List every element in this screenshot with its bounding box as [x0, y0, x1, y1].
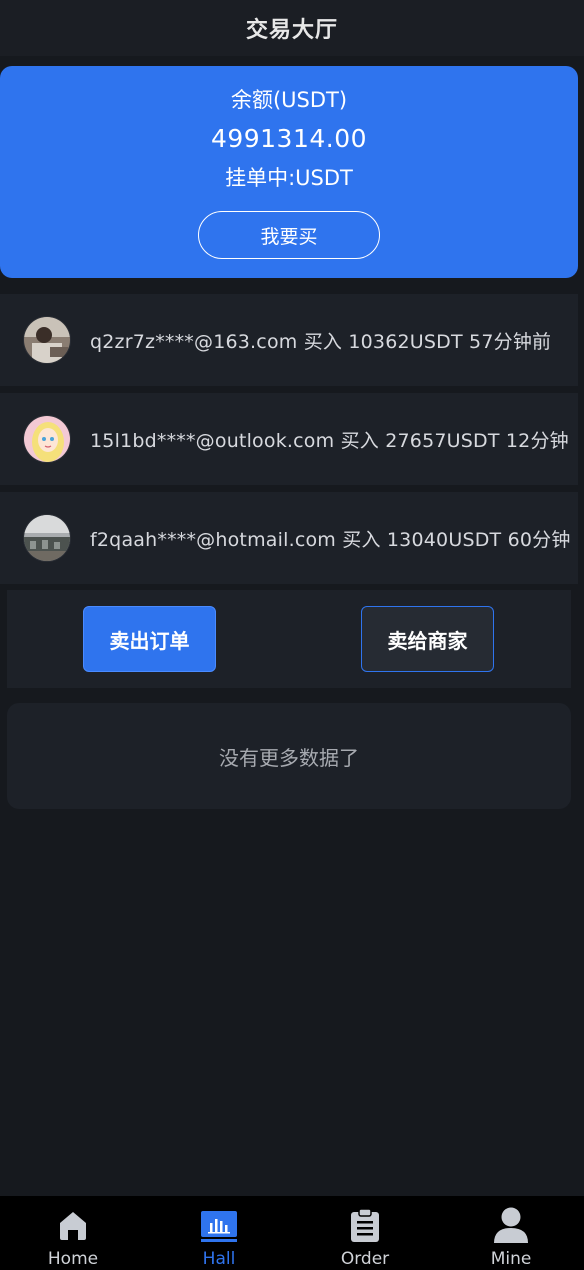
balance-card: 余额(USDT) 4991314.00 挂单中:USDT 我要买: [0, 66, 578, 278]
trade-row: q2zr7z****@163.com 买入 10362USDT 57分钟前: [0, 294, 578, 386]
photo-avatar-icon: [23, 316, 71, 364]
page-title: 交易大厅: [245, 18, 338, 43]
balance-value: 4991314.00: [210, 124, 368, 153]
trade-text: f2qaah****@hotmail.com 买入 13040USDT 60分钟: [90, 528, 571, 551]
buy-button[interactable]: 我要买: [198, 211, 380, 259]
clipboard-icon: [346, 1206, 384, 1244]
tab-order[interactable]: Order: [292, 1196, 438, 1270]
empty-state: 没有更多数据了: [7, 703, 571, 809]
tab-mine-label: Mine: [490, 1249, 532, 1269]
tab-hall-label: Hall: [202, 1249, 236, 1269]
tab-order-label: Order: [340, 1249, 390, 1269]
trade-row: f2qaah****@hotmail.com 买入 13040USDT 60分钟: [0, 492, 578, 584]
tab-mine[interactable]: Mine: [438, 1196, 584, 1270]
cartoon-girl-avatar-icon: [23, 415, 71, 463]
photo-avatar-icon: [23, 514, 71, 562]
trade-row: 15l1bd****@outlook.com 买入 27657USDT 12分钟: [0, 393, 578, 485]
sell-to-merchant-button[interactable]: 卖给商家: [361, 606, 494, 672]
tab-home-label: Home: [47, 1249, 99, 1269]
top-header: 交易大厅: [0, 0, 584, 56]
balance-label: 余额(USDT): [230, 88, 348, 112]
trade-text: 15l1bd****@outlook.com 买入 27657USDT 12分钟: [90, 429, 569, 452]
pending-label: 挂单中:USDT: [225, 166, 353, 190]
empty-state-text: 没有更多数据了: [219, 745, 359, 770]
tab-home[interactable]: Home: [0, 1196, 146, 1270]
bottom-tab-bar: Home Hall Order Mine: [0, 1196, 584, 1270]
tab-hall[interactable]: Hall: [146, 1196, 292, 1270]
home-icon: [54, 1206, 92, 1244]
action-bar: 卖出订单 卖给商家: [7, 590, 571, 688]
chart-icon: [200, 1206, 238, 1244]
trade-text: q2zr7z****@163.com 买入 10362USDT 57分钟前: [90, 330, 552, 353]
user-icon: [492, 1206, 530, 1244]
sell-order-button[interactable]: 卖出订单: [83, 606, 216, 672]
